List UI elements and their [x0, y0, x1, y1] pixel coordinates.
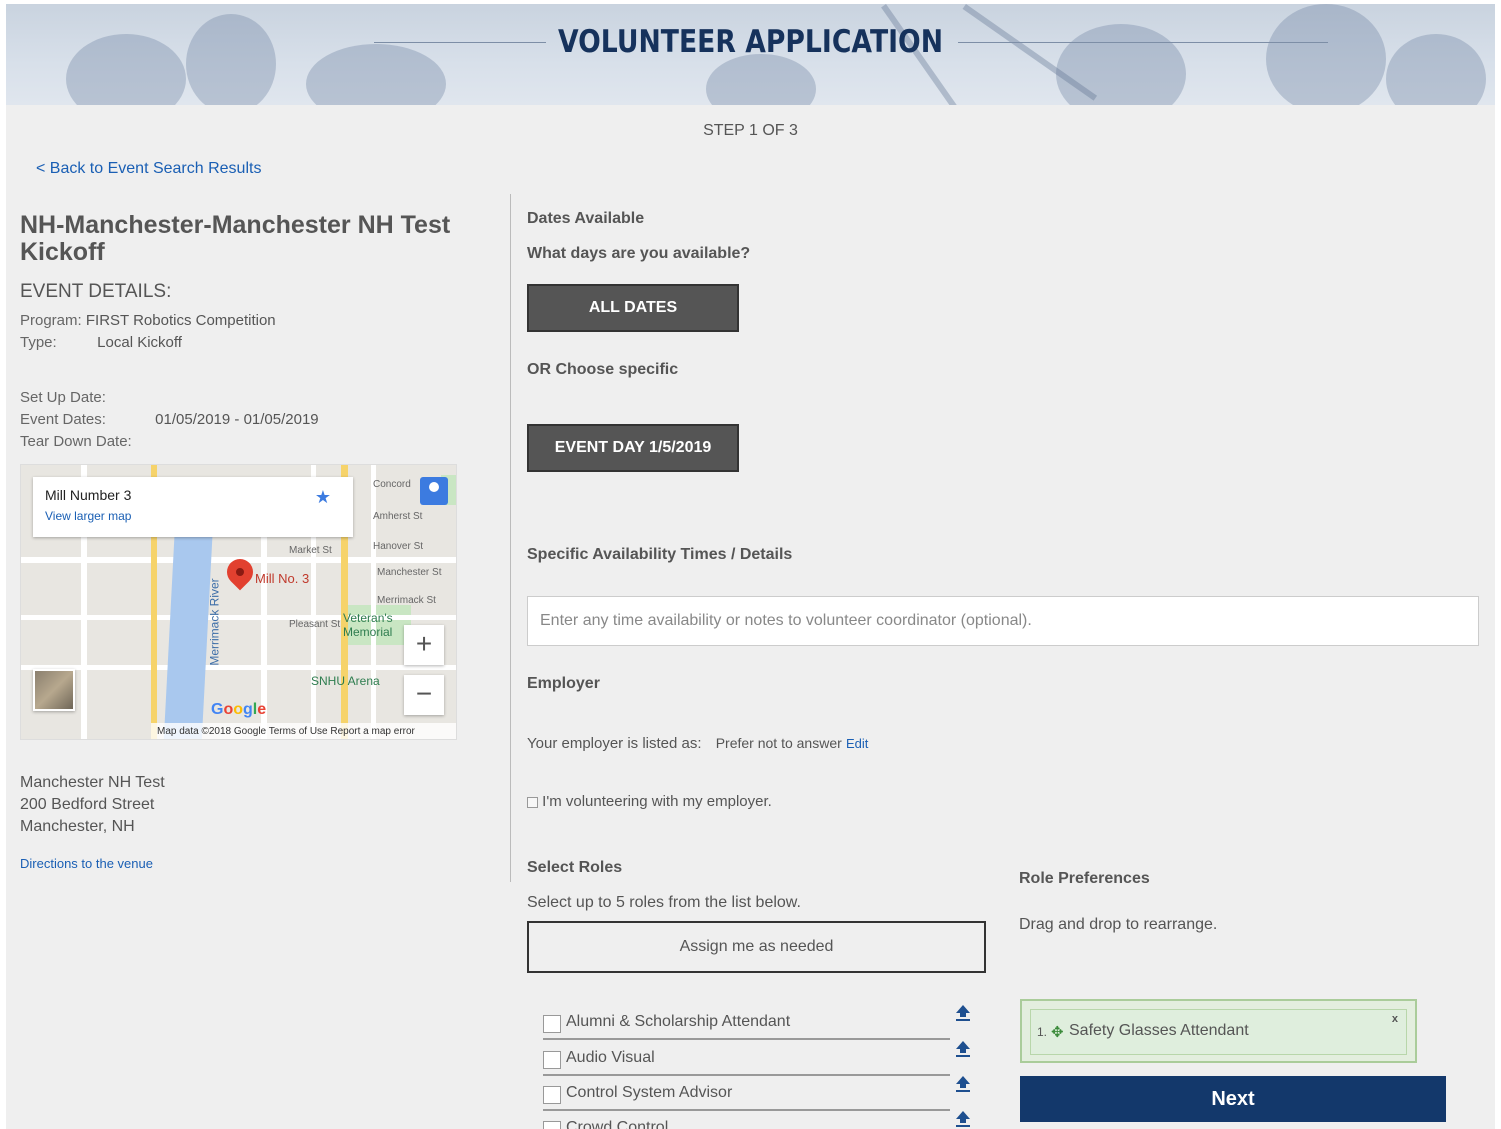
drag-move-icon[interactable]: ✥ — [1051, 1023, 1064, 1041]
column-divider — [510, 194, 511, 882]
role-checkbox[interactable] — [543, 1015, 561, 1033]
page-title: VOLUNTEER APPLICATION — [557, 24, 944, 60]
employer-listed-label: Your employer is listed as: — [527, 735, 702, 752]
role-name: Alumni & Scholarship Attendant — [566, 1013, 791, 1030]
assign-me-as-needed-button[interactable]: Assign me as needed — [527, 921, 986, 973]
satellite-toggle-thumbnail[interactable] — [33, 669, 75, 711]
teardown-label: Tear Down Date: — [20, 433, 132, 450]
map-info-card: Mill Number 3 View larger map ★ — [33, 477, 353, 537]
event-dates-row: Event Dates: 01/05/2019 - 01/05/2019 — [20, 411, 319, 428]
step-indicator: STEP 1 OF 3 — [703, 122, 798, 139]
or-choose-specific-label: OR Choose specific — [527, 361, 679, 378]
map-zoom-out-button[interactable]: − — [404, 675, 444, 715]
venue-address-block: Manchester NH Test 200 Bedford Street Ma… — [20, 772, 165, 838]
event-dates-value: 01/05/2019 - 01/05/2019 — [155, 411, 319, 428]
employer-edit-link[interactable]: Edit — [846, 736, 868, 751]
select-roles-hint: Select up to 5 roles from the list below… — [527, 894, 801, 911]
map-street-label: Amherst St — [373, 511, 423, 522]
role-preference-item[interactable]: 1. ✥ Safety Glasses Attendant x — [1030, 1009, 1407, 1055]
role-name: Control System Advisor — [566, 1084, 733, 1101]
venue-city: Manchester, NH — [20, 818, 135, 835]
setup-row: Set Up Date: — [20, 389, 106, 406]
map-zoom-in-button[interactable]: + — [404, 625, 444, 665]
preference-role-name: Safety Glasses Attendant — [1069, 1022, 1249, 1039]
role-name: Crowd Control — [566, 1119, 669, 1129]
river-label: Merrimack River — [207, 578, 222, 666]
program-value: FIRST Robotics Competition — [85, 312, 276, 329]
map-street-label: Merrimack St — [377, 595, 436, 606]
map-street-label: Pleasant St — [289, 619, 341, 630]
setup-label: Set Up Date: — [20, 389, 106, 406]
employer-volunteering-label: I'm volunteering with my employer. — [542, 793, 772, 810]
specific-availability-heading: Specific Availability Times / Details — [527, 546, 793, 563]
save-star-icon[interactable]: ★ — [315, 487, 331, 508]
back-to-results-link[interactable]: < Back to Event Search Results — [36, 160, 261, 178]
employer-volunteering-row[interactable]: I'm volunteering with my employer. — [527, 793, 772, 810]
role-preferences-heading: Role Preferences — [1019, 870, 1150, 887]
event-details-heading: EVENT DETAILS: — [20, 281, 172, 302]
venue-map[interactable]: Merrimack River Concord Amherst St Hanov… — [20, 464, 457, 740]
event-day-button[interactable]: EVENT DAY 1/5/2019 — [527, 424, 739, 472]
google-logo: Google — [211, 701, 267, 718]
employer-row: Your employer is listed as: Prefer not t… — [527, 735, 868, 752]
role-checkbox[interactable] — [543, 1121, 561, 1129]
preference-rank: 1. — [1037, 1025, 1048, 1039]
dates-question: What days are you available? — [527, 245, 751, 262]
dates-available-heading: Dates Available — [527, 210, 645, 227]
teardown-row: Tear Down Date: — [20, 433, 132, 450]
program-row: Program: FIRST Robotics Competition — [20, 312, 276, 329]
role-name: Audio Visual — [566, 1049, 655, 1066]
venue-name: Manchester NH Test — [20, 774, 165, 791]
street-view-pegman-icon[interactable] — [420, 477, 448, 505]
page: VOLUNTEER APPLICATION STEP 1 OF 3 < Back… — [6, 4, 1495, 1129]
role-item[interactable]: Audio Visual — [543, 1042, 950, 1076]
venue-street: 200 Bedford Street — [20, 796, 155, 813]
move-to-top-icon[interactable] — [954, 1075, 972, 1093]
type-row: Type: Local Kickoff — [20, 334, 182, 351]
map-street-label: Manchester St — [377, 567, 442, 578]
role-item[interactable]: Crowd Control — [543, 1112, 950, 1129]
program-label: Program: — [20, 312, 82, 329]
employer-heading: Employer — [527, 675, 600, 692]
next-button[interactable]: Next — [1020, 1076, 1446, 1122]
type-value: Local Kickoff — [97, 334, 182, 351]
role-preferences-list: 1. ✥ Safety Glasses Attendant x — [1020, 999, 1417, 1063]
map-street-label: Concord — [373, 479, 411, 490]
header-banner: VOLUNTEER APPLICATION — [6, 4, 1495, 105]
availability-notes-input[interactable] — [527, 596, 1479, 646]
map-pin-label: Mill No. 3 — [255, 571, 310, 586]
role-preferences-hint: Drag and drop to rearrange. — [1019, 916, 1218, 933]
event-dates-label: Event Dates: — [20, 411, 106, 428]
all-dates-button[interactable]: ALL DATES — [527, 284, 739, 332]
directions-link[interactable]: Directions to the venue — [20, 856, 153, 871]
remove-preference-button[interactable]: x — [1392, 1013, 1398, 1025]
employer-volunteering-checkbox[interactable] — [527, 796, 538, 808]
map-place-name: Mill Number 3 — [45, 487, 132, 503]
select-roles-heading: Select Roles — [527, 859, 623, 876]
map-street-label: Market St — [289, 545, 332, 556]
role-checkbox[interactable] — [543, 1086, 561, 1104]
move-to-top-icon[interactable] — [954, 1110, 972, 1128]
type-label: Type: — [20, 334, 57, 351]
employer-value: Prefer not to answer — [715, 735, 842, 751]
role-item[interactable]: Control System Advisor — [543, 1077, 950, 1111]
snhu-arena-label: SNHU Arena — [311, 674, 380, 688]
move-to-top-icon[interactable] — [954, 1004, 972, 1022]
role-item[interactable]: Alumni & Scholarship Attendant — [543, 1006, 950, 1040]
move-to-top-icon[interactable] — [954, 1040, 972, 1058]
role-checkbox[interactable] — [543, 1051, 561, 1069]
map-footer[interactable]: Map data ©2018 Google Terms of Use Repor… — [151, 723, 456, 739]
event-title: NH-Manchester-Manchester NH Test Kickoff — [20, 211, 451, 266]
map-street-label: Hanover St — [373, 541, 424, 552]
view-larger-map-link[interactable]: View larger map — [45, 509, 131, 523]
